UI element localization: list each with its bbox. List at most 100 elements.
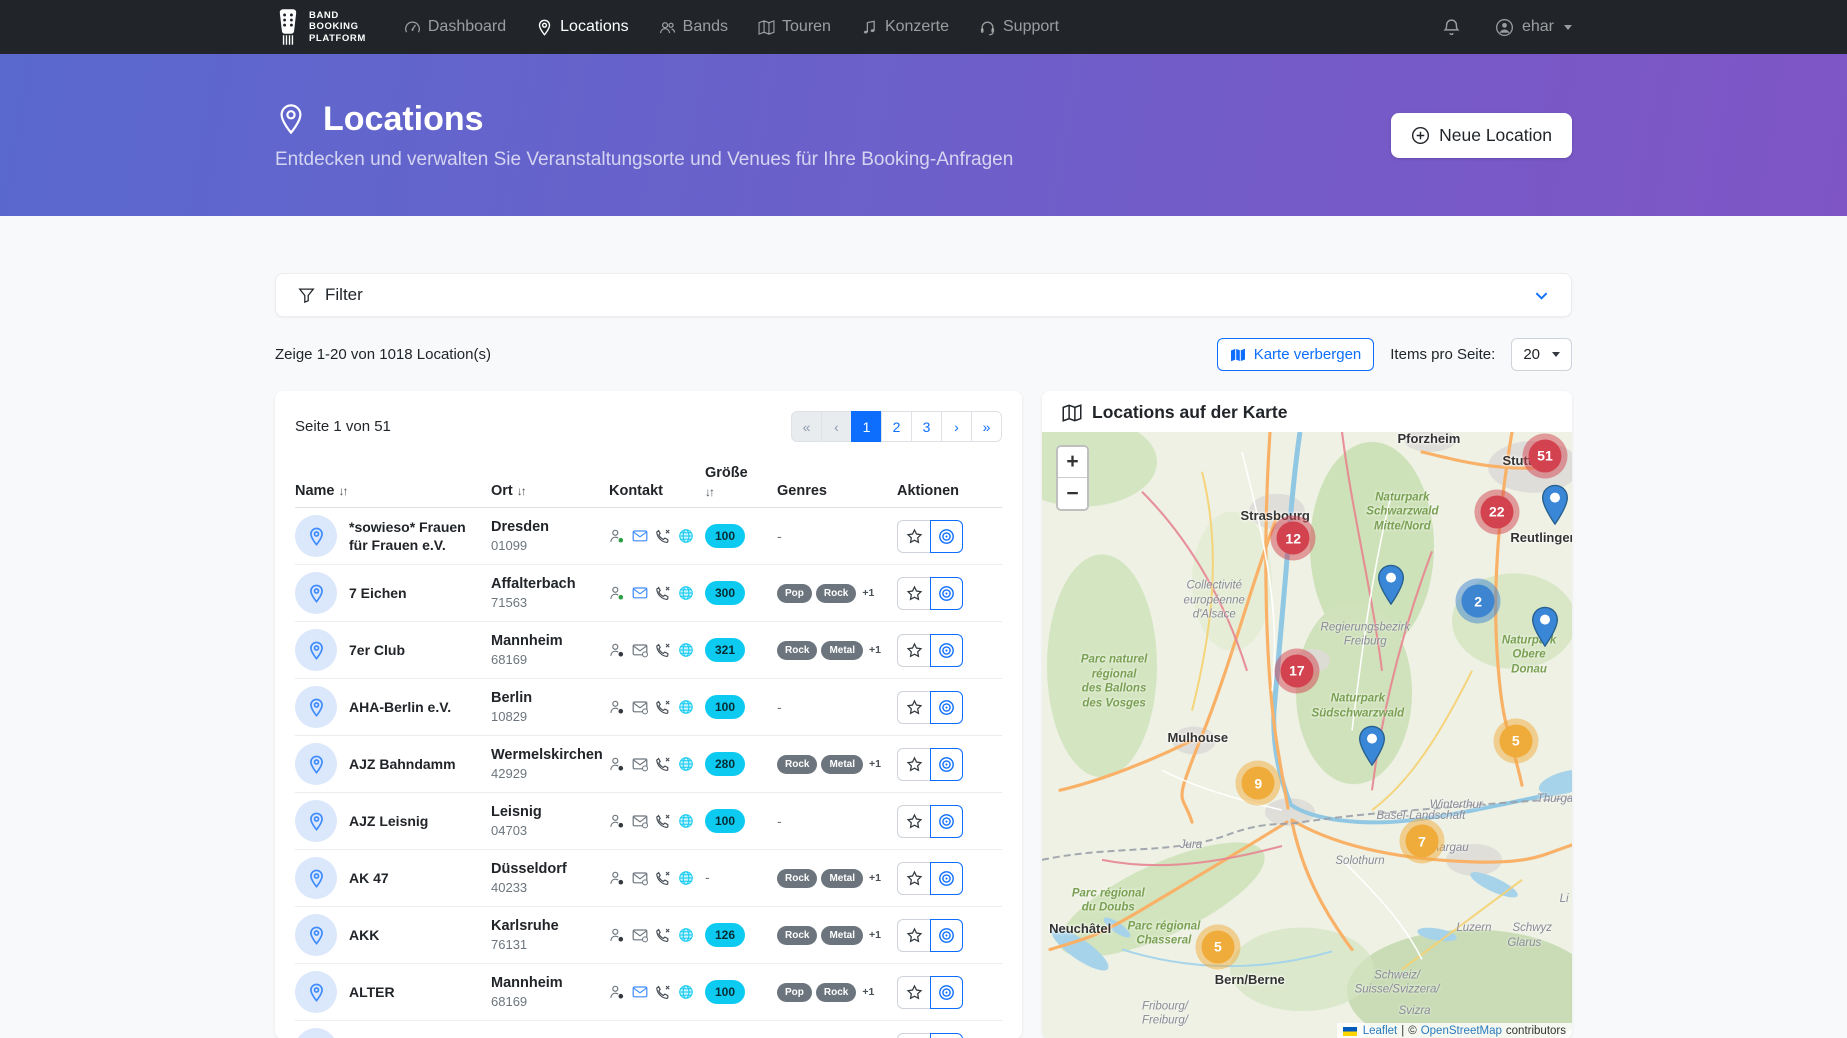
- leaflet-map[interactable]: PforzheimStuttgartStrasbourgNaturpark Sc…: [1042, 432, 1572, 1038]
- favorite-button[interactable]: [897, 805, 930, 838]
- genres: RockMetal+1: [777, 926, 897, 945]
- table-row[interactable]: AK 47 Düsseldorf 40233 - RockMetal+1: [295, 850, 1002, 907]
- view-button[interactable]: [930, 1033, 963, 1038]
- contact-person-icon: [609, 813, 625, 829]
- table-row[interactable]: AHA-Berlin e.V. Berlin 10829 100 -: [295, 679, 1002, 736]
- map-pin-marker[interactable]: [1377, 565, 1404, 606]
- filter-label: Filter: [325, 285, 363, 305]
- location-pin-avatar: [295, 686, 337, 728]
- map-pin-marker[interactable]: [1359, 725, 1386, 766]
- pagination-last-button[interactable]: »: [971, 411, 1002, 442]
- table-row[interactable]: AJZ Leisnig Leisnig 04703 100 -: [295, 793, 1002, 850]
- map-pin-marker[interactable]: [1531, 607, 1558, 648]
- phone-x-icon: [655, 699, 671, 715]
- location-zip: 68169: [491, 994, 609, 1009]
- table-row[interactable]: AJZ Bahndamm Wermelskirchen 42929 280 Ro…: [295, 736, 1002, 793]
- view-button[interactable]: [930, 520, 963, 553]
- filter-panel-toggle[interactable]: Filter: [275, 273, 1572, 317]
- favorite-button[interactable]: [897, 748, 930, 781]
- map-cluster-marker[interactable]: 22: [1474, 489, 1519, 534]
- table-row[interactable]: AKK Karlsruhe 76131 126 RockMetal+1: [295, 907, 1002, 964]
- phone-x-icon: [655, 984, 671, 1000]
- map-cluster-marker[interactable]: 12: [1271, 516, 1316, 561]
- favorite-button[interactable]: [897, 634, 930, 667]
- items-per-page-select[interactable]: 20: [1511, 338, 1572, 371]
- hide-map-button[interactable]: Karte verbergen: [1217, 338, 1375, 371]
- pagination-page-1[interactable]: 1: [851, 411, 882, 442]
- nav-item-touren[interactable]: Touren: [758, 18, 831, 36]
- map-card: Locations auf der Karte: [1042, 391, 1572, 1038]
- nav-item-locations[interactable]: Locations: [536, 18, 629, 36]
- favorite-button[interactable]: [897, 520, 930, 553]
- capacity-badge: 321: [705, 638, 745, 662]
- favorite-button[interactable]: [897, 919, 930, 952]
- sort-icon[interactable]: ↓↑: [517, 484, 525, 498]
- nav-item-support[interactable]: Support: [979, 18, 1059, 36]
- osm-link[interactable]: OpenStreetMap: [1421, 1025, 1502, 1037]
- genres: RockMetal+1: [777, 755, 897, 774]
- view-button[interactable]: [930, 748, 963, 781]
- column-header-name[interactable]: Name↓↑: [295, 483, 491, 499]
- table-row[interactable]: 7er Club Mannheim 68169 321 RockMetal+1: [295, 622, 1002, 679]
- notifications-bell-icon[interactable]: [1442, 18, 1461, 37]
- favorite-button[interactable]: [897, 691, 930, 724]
- nav-item-dashboard[interactable]: Dashboard: [404, 18, 506, 36]
- table-row[interactable]: 7 Eichen Affalterbach 71563 300 PopRock+…: [295, 565, 1002, 622]
- view-button[interactable]: [930, 634, 963, 667]
- map-cluster-marker[interactable]: 17: [1274, 648, 1319, 693]
- pagination-page-3[interactable]: 3: [911, 411, 942, 442]
- column-header-ort[interactable]: Ort↓↑: [491, 483, 609, 499]
- view-button[interactable]: [930, 862, 963, 895]
- favorite-button[interactable]: [897, 577, 930, 610]
- pagination-page-2[interactable]: 2: [881, 411, 912, 442]
- genres: RockMetal+1: [777, 641, 897, 660]
- pagination-first-button[interactable]: «: [791, 411, 822, 442]
- table-row[interactable]: *sowieso* Frauen für Frauen e.V. Dresden…: [295, 508, 1002, 565]
- new-location-button[interactable]: Neue Location: [1391, 113, 1572, 158]
- favorite-button[interactable]: [897, 1033, 930, 1038]
- table-row[interactable]: [295, 1021, 1002, 1038]
- user-menu[interactable]: ehar: [1495, 18, 1572, 37]
- sort-icon[interactable]: ↓↑: [339, 484, 347, 498]
- globe-icon: [678, 870, 694, 886]
- map-pin-marker[interactable]: [1542, 485, 1569, 526]
- nav-item-bands[interactable]: Bands: [659, 18, 728, 36]
- globe-icon: [678, 585, 694, 601]
- location-zip: 01099: [491, 538, 609, 553]
- column-header-groesse[interactable]: Größe↓↑: [705, 465, 751, 499]
- view-button[interactable]: [930, 976, 963, 1009]
- chevron-down-icon: [1564, 25, 1572, 30]
- pagination-prev-button[interactable]: ‹: [821, 411, 852, 442]
- location-pin-avatar: [295, 914, 337, 956]
- table-body: *sowieso* Frauen für Frauen e.V. Dresden…: [295, 508, 1002, 1038]
- map-title: Locations auf der Karte: [1092, 402, 1287, 423]
- location-zip: 42929: [491, 766, 609, 781]
- favorite-button[interactable]: [897, 976, 930, 1009]
- map-cluster-marker[interactable]: 51: [1522, 433, 1567, 478]
- map-cluster-marker[interactable]: 5: [1493, 718, 1538, 763]
- map-cluster-marker[interactable]: 7: [1400, 819, 1445, 864]
- location-city: Mannheim: [491, 633, 609, 649]
- genre-badge: Pop: [777, 983, 812, 1002]
- zoom-in-button[interactable]: +: [1058, 447, 1087, 478]
- table-row[interactable]: ALTER Mannheim 68169 100 PopRock+1: [295, 964, 1002, 1021]
- sort-icon[interactable]: ↓↑: [705, 485, 713, 499]
- chevron-down-icon[interactable]: [1534, 288, 1549, 303]
- pagination-next-button[interactable]: ›: [941, 411, 972, 442]
- map-cluster-marker[interactable]: 5: [1195, 924, 1240, 969]
- view-button[interactable]: [930, 577, 963, 610]
- genre-badge: Metal: [821, 926, 863, 945]
- username: ehar: [1522, 18, 1554, 36]
- view-button[interactable]: [930, 691, 963, 724]
- favorite-button[interactable]: [897, 862, 930, 895]
- zoom-out-button[interactable]: −: [1058, 478, 1087, 509]
- map-cluster-marker[interactable]: 2: [1456, 579, 1501, 624]
- view-button[interactable]: [930, 805, 963, 838]
- leaflet-link[interactable]: Leaflet: [1363, 1025, 1398, 1037]
- brand-logo[interactable]: BAND BOOKING PLATFORM: [275, 8, 366, 46]
- phone-x-icon: [655, 870, 671, 886]
- nav-item-konzerte[interactable]: Konzerte: [861, 18, 949, 36]
- location-name: 7 Eichen: [349, 584, 407, 602]
- map-cluster-marker[interactable]: 9: [1236, 761, 1281, 806]
- view-button[interactable]: [930, 919, 963, 952]
